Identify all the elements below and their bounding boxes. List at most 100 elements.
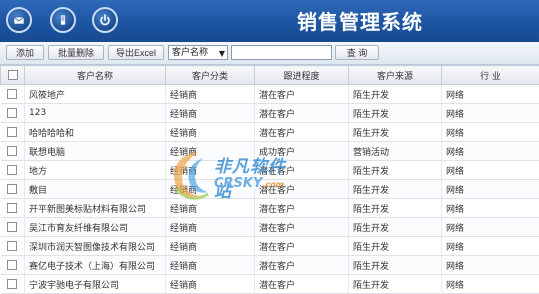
cell-follow-up: 潜在客户 xyxy=(254,274,349,294)
row-select-cell[interactable] xyxy=(0,84,25,104)
add-button[interactable]: 添加 xyxy=(6,45,44,60)
cell-source: 陌生开发 xyxy=(348,160,442,180)
cell-industry: 网络 xyxy=(441,141,539,161)
mail-button[interactable] xyxy=(6,7,32,33)
cell-industry: 网络 xyxy=(441,103,539,123)
cell-source: 营销活动 xyxy=(348,141,442,161)
phone-button[interactable] xyxy=(50,7,76,33)
row-select-cell[interactable] xyxy=(0,103,25,123)
cell-source: 陌生开发 xyxy=(348,217,442,237)
table-row[interactable]: 宁波宇驰电子有限公司 经销商 潜在客户 陌生开发 网络 xyxy=(0,274,539,294)
row-checkbox[interactable] xyxy=(7,126,18,137)
customer-table: 客户名称 客户分类 跟进程度 客户来源 行 业 风筱地产 经销商 潜在客户 陌生开发网… xyxy=(0,65,539,294)
cell-name: 敷目 xyxy=(24,179,166,199)
cell-category: 经销商 xyxy=(165,122,255,142)
cell-industry: 网络 xyxy=(441,84,539,104)
chevron-down-icon: ▼ xyxy=(218,49,225,58)
row-select-cell[interactable] xyxy=(0,217,25,237)
cell-follow-up: 潜在客户 xyxy=(254,160,349,180)
cell-follow-up: 潜在客户 xyxy=(254,179,349,199)
export-excel-button[interactable]: 导出Excel xyxy=(108,45,164,60)
column-header-industry[interactable]: 行 业 xyxy=(441,65,539,85)
row-select-cell[interactable] xyxy=(0,179,25,199)
row-select-cell[interactable] xyxy=(0,141,25,161)
cell-name: 123 xyxy=(24,103,166,123)
select-all-checkbox[interactable] xyxy=(7,69,18,80)
table-row[interactable]: 深圳市润天智图像技术有限公司 经销商 潜在客户 陌生开发 网络 xyxy=(0,236,539,256)
app-header: 销售管理系统 xyxy=(0,0,539,42)
cell-category: 经销商 xyxy=(165,236,255,256)
power-icon xyxy=(100,14,110,26)
table-row[interactable]: 开平新图美标贴材料有限公司 经销商 潜在客户 陌生开发 网络 xyxy=(0,198,539,218)
select-all-cell[interactable] xyxy=(0,65,25,85)
column-header-name[interactable]: 客户名称 xyxy=(24,65,166,85)
table-row[interactable]: 联想电脑 经销商 成功客户 营销活动 网络 xyxy=(0,141,539,161)
row-select-cell[interactable] xyxy=(0,198,25,218)
cell-name: 宁波宇驰电子有限公司 xyxy=(24,274,166,294)
row-select-cell[interactable] xyxy=(0,160,25,180)
cell-follow-up: 潜在客户 xyxy=(254,255,349,275)
row-select-cell[interactable] xyxy=(0,122,25,142)
mail-icon xyxy=(13,16,25,25)
row-checkbox[interactable] xyxy=(7,221,18,232)
cell-name: 联想电脑 xyxy=(24,141,166,161)
cell-source: 陌生开发 xyxy=(348,122,442,142)
table-row[interactable]: 吴江市育友纤维有限公司 经销商 潜在客户 陌生开发 网络 xyxy=(0,217,539,237)
cell-name: 深圳市润天智图像技术有限公司 xyxy=(24,236,166,256)
row-select-cell[interactable] xyxy=(0,274,25,294)
cell-follow-up: 潜在客户 xyxy=(254,103,349,123)
cell-industry: 网络 xyxy=(441,160,539,180)
cell-name: 吴江市育友纤维有限公司 xyxy=(24,217,166,237)
cell-industry: 网络 xyxy=(441,179,539,199)
row-checkbox[interactable] xyxy=(7,202,18,213)
table-row[interactable]: 哈哈哈哈和 经销商 潜在客户 陌生开发 网络 xyxy=(0,122,539,142)
query-button[interactable]: 查 询 xyxy=(335,45,379,60)
cell-source: 陌生开发 xyxy=(348,84,442,104)
table-row[interactable]: 风筱地产 经销商 潜在客户 陌生开发 网络 xyxy=(0,84,539,104)
power-button[interactable] xyxy=(92,7,118,33)
row-checkbox[interactable] xyxy=(7,88,18,99)
cell-industry: 网络 xyxy=(441,217,539,237)
cell-name: 开平新图美标贴材料有限公司 xyxy=(24,198,166,218)
cell-follow-up: 潜在客户 xyxy=(254,217,349,237)
column-header-follow-up[interactable]: 跟进程度 xyxy=(254,65,349,85)
cell-source: 陌生开发 xyxy=(348,179,442,199)
table-row[interactable]: 123 经销商 潜在客户 陌生开发 网络 xyxy=(0,103,539,123)
cell-category: 经销商 xyxy=(165,274,255,294)
app-title: 销售管理系统 xyxy=(297,10,423,34)
toolbar: 添加 批量删除 导出Excel 客户名称 ▼ 查 询 xyxy=(0,42,539,65)
row-select-cell[interactable] xyxy=(0,236,25,256)
row-checkbox[interactable] xyxy=(7,145,18,156)
cell-category: 经销商 xyxy=(165,84,255,104)
table-row[interactable]: 地方 经销商 潜在客户 陌生开发 网络 xyxy=(0,160,539,180)
table-row[interactable]: 赛亿电子技术（上海）有限公司 经销商 潜在客户 陌生开发 网络 xyxy=(0,255,539,275)
table-row[interactable]: 敷目 经销商 潜在客户 陌生开发 网络 xyxy=(0,179,539,199)
row-checkbox[interactable] xyxy=(7,278,18,289)
row-select-cell[interactable] xyxy=(0,255,25,275)
cell-industry: 网络 xyxy=(441,198,539,218)
column-header-category[interactable]: 客户分类 xyxy=(165,65,255,85)
cell-follow-up: 潜在客户 xyxy=(254,84,349,104)
row-checkbox[interactable] xyxy=(7,259,18,270)
cell-industry: 网络 xyxy=(441,122,539,142)
row-checkbox[interactable] xyxy=(7,107,18,118)
cell-category: 经销商 xyxy=(165,160,255,180)
row-checkbox[interactable] xyxy=(7,164,18,175)
search-field-label: 客户名称 xyxy=(172,48,209,58)
table-header-row: 客户名称 客户分类 跟进程度 客户来源 行 业 xyxy=(0,65,539,85)
cell-industry: 网络 xyxy=(441,274,539,294)
cell-industry: 网络 xyxy=(441,255,539,275)
search-input[interactable] xyxy=(231,45,332,60)
row-checkbox[interactable] xyxy=(7,240,18,251)
batch-delete-button[interactable]: 批量删除 xyxy=(48,45,104,60)
cell-category: 经销商 xyxy=(165,103,255,123)
cell-source: 陌生开发 xyxy=(348,236,442,256)
row-checkbox[interactable] xyxy=(7,183,18,194)
cell-industry: 网络 xyxy=(441,236,539,256)
cell-category: 经销商 xyxy=(165,255,255,275)
column-header-source[interactable]: 客户来源 xyxy=(348,65,442,85)
cell-category: 经销商 xyxy=(165,217,255,237)
cell-category: 经销商 xyxy=(165,141,255,161)
cell-follow-up: 潜在客户 xyxy=(254,122,349,142)
search-field-select[interactable]: 客户名称 ▼ xyxy=(168,45,228,60)
